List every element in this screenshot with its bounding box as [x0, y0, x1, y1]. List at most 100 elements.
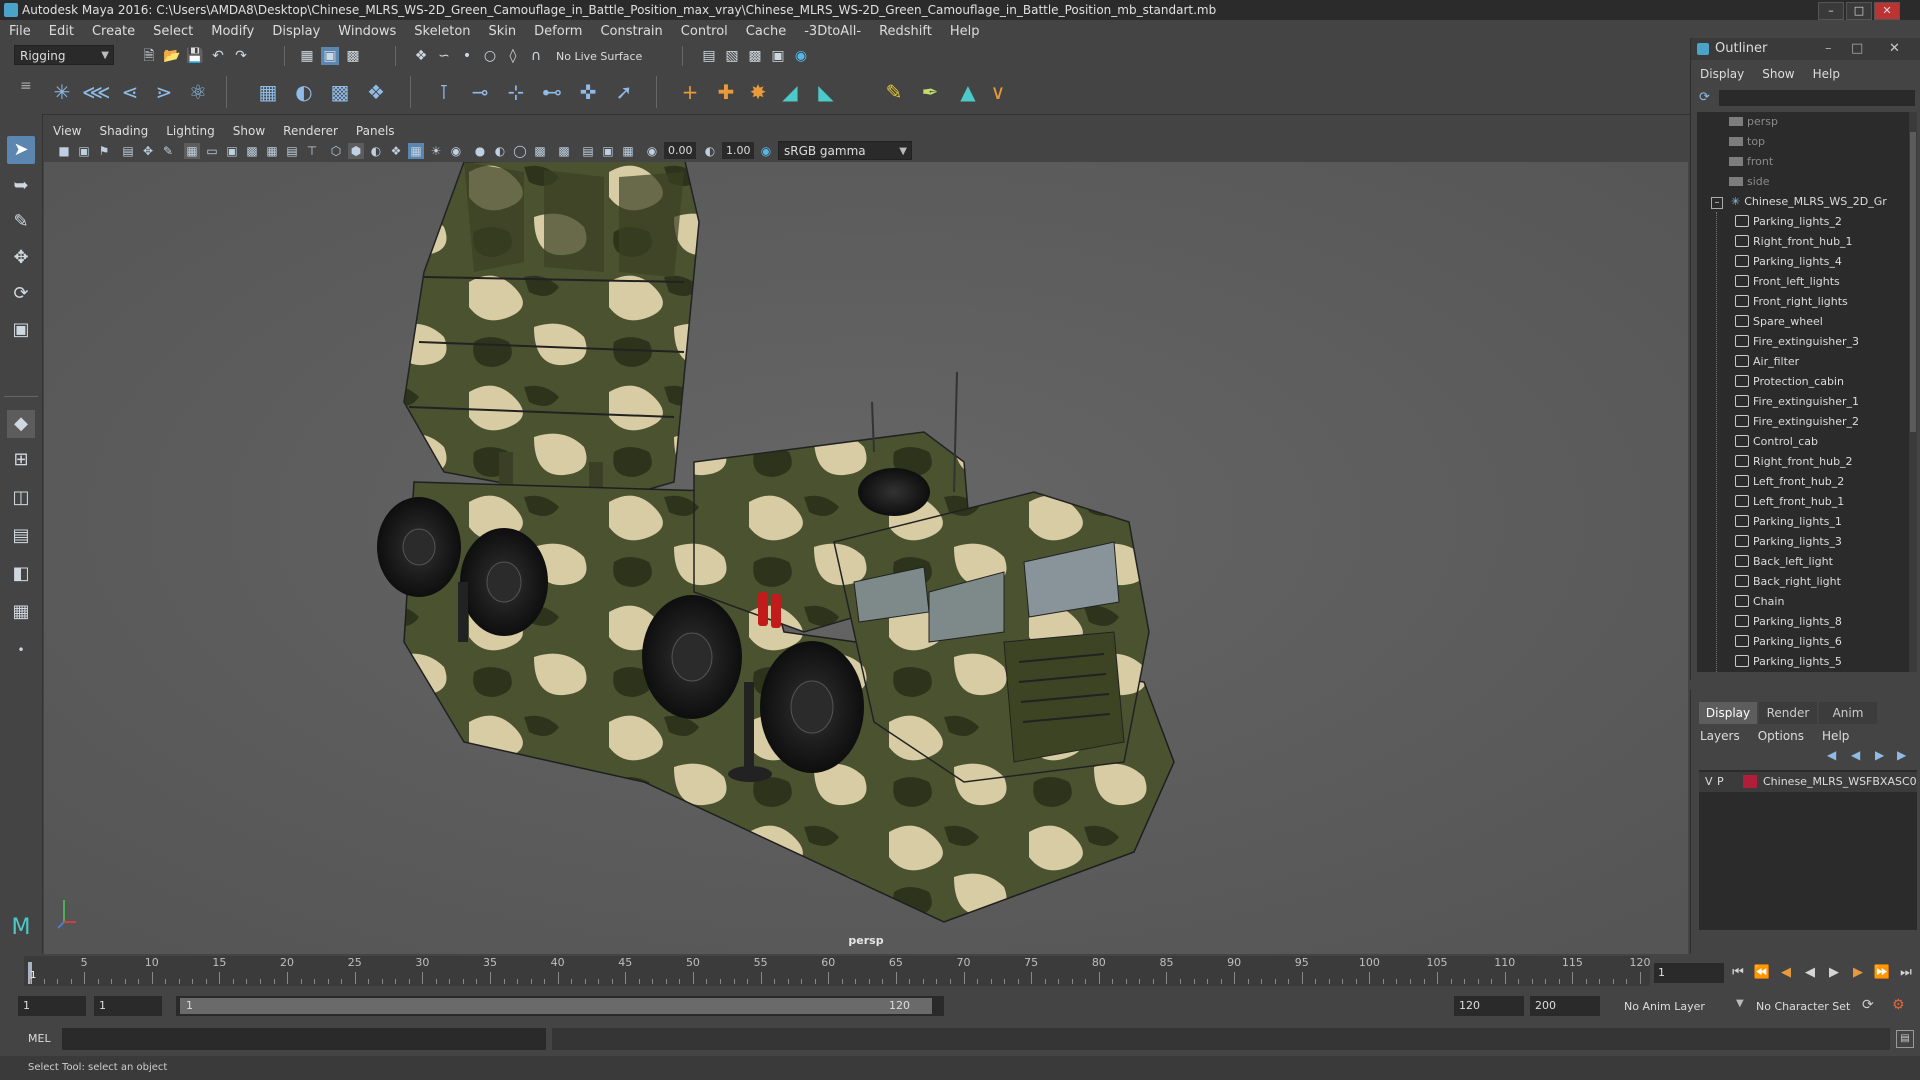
go-to-start-icon[interactable]: ⏮ [1728, 963, 1748, 983]
side-by-side-icon[interactable]: ◫ [7, 484, 35, 512]
anim-layer-dropdown[interactable]: No Anim Layer [1624, 1000, 1705, 1013]
four-view-icon[interactable]: ⊞ [7, 446, 35, 474]
menu-deform[interactable]: Deform [525, 24, 591, 39]
select-tool-icon[interactable]: ➤ [7, 136, 35, 164]
menu-control[interactable]: Control [672, 24, 737, 39]
lasso-tool-icon[interactable]: ➥ [7, 172, 35, 200]
menu-modify[interactable]: Modify [202, 24, 263, 39]
scale-constraint-icon[interactable]: ⊷ [538, 78, 566, 106]
select-component-icon[interactable]: ▩ [344, 47, 362, 65]
new-layer-selected-icon[interactable]: ▶ [1897, 748, 1906, 762]
aim-constraint-icon[interactable]: ⊸ [466, 78, 494, 106]
close-button[interactable]: ✕ [1874, 2, 1900, 20]
render-frame-icon[interactable]: ▧ [723, 47, 741, 65]
outliner-menu-show[interactable]: Show [1753, 67, 1803, 81]
point-constraint-icon[interactable]: ⊺ [430, 78, 458, 106]
tab-display[interactable]: Display [1699, 702, 1757, 724]
range-slider[interactable]: 1 120 [176, 996, 944, 1016]
panel-menu-shading[interactable]: Shading [90, 124, 157, 138]
menu-file[interactable]: File [0, 24, 40, 39]
skin-bind-icon[interactable]: ▦ [254, 78, 282, 106]
menu-skeleton[interactable]: Skeleton [405, 24, 479, 39]
mirror-joint-icon[interactable]: ⋖ [116, 78, 144, 106]
move-layer-down-icon[interactable]: ◀ [1851, 748, 1860, 762]
tree-item-camera[interactable]: persp [1729, 112, 1909, 132]
step-forward-frame-icon[interactable]: ▶ [1848, 963, 1868, 983]
tree-item-mesh[interactable]: Parking_lights_6 [1735, 632, 1909, 652]
smooth-shade-icon[interactable]: ⬢ [348, 143, 364, 159]
menu-3dtoall[interactable]: -3DtoAll- [795, 24, 870, 39]
truck-model-render[interactable] [44, 162, 1688, 954]
tree-item-mesh[interactable]: Parking_lights_2 [1735, 212, 1909, 232]
select-hierarchy-icon[interactable]: ▦ [298, 47, 316, 65]
color-space-dropdown[interactable]: sRGB gamma ▼ [778, 141, 912, 160]
ipr-render-icon[interactable]: ▩ [746, 47, 764, 65]
tree-item-mesh[interactable]: Parking_lights_4 [1735, 252, 1909, 272]
menu-select[interactable]: Select [144, 24, 202, 39]
paint-weights-icon[interactable]: ◐ [290, 78, 318, 106]
command-input[interactable] [62, 1028, 546, 1050]
tree-item-mesh[interactable]: Parking_lights_5 [1735, 652, 1909, 672]
menu-edit[interactable]: Edit [40, 24, 83, 39]
auto-key-icon[interactable]: ⟳ [1862, 997, 1874, 1013]
outliner-search-input[interactable] [1719, 90, 1915, 106]
save-scene-icon[interactable]: 💾 [186, 47, 204, 65]
menu-cache[interactable]: Cache [737, 24, 795, 39]
layer-color-swatch[interactable] [1743, 775, 1757, 788]
hik-character-icon[interactable]: ◢ [776, 78, 804, 106]
tree-item-mesh[interactable]: Back_left_light [1735, 552, 1909, 572]
joint-tool-icon[interactable]: ✳ [48, 78, 76, 106]
tab-anim[interactable]: Anim [1819, 702, 1877, 724]
orient-joint-icon[interactable]: ⋗ [150, 78, 178, 106]
snap-grid-icon[interactable]: ❖ [412, 47, 430, 65]
outliner-close-icon[interactable]: ✕ [1889, 38, 1900, 60]
exposure-icon[interactable]: ◉ [644, 143, 660, 159]
tree-item-camera[interactable]: side [1729, 172, 1909, 192]
snap-point-icon[interactable]: • [458, 47, 476, 65]
perspective-viewport[interactable]: persp [44, 162, 1688, 954]
play-backward-icon[interactable]: ◀ [1800, 963, 1820, 983]
bookmark-icon[interactable]: ⚑ [96, 143, 112, 159]
tree-item-mesh[interactable]: Protection_cabin [1735, 372, 1909, 392]
outliner-scrollbar[interactable] [1909, 112, 1917, 672]
move-layer-up-icon[interactable]: ◀ [1827, 748, 1836, 762]
isolate-select-icon[interactable]: ▩ [556, 143, 572, 159]
undo-icon[interactable]: ↶ [209, 47, 227, 65]
script-editor-icon[interactable]: ▤ [1896, 1030, 1914, 1048]
playback-end-field[interactable]: 120 [1454, 996, 1524, 1016]
paint-skin-icon[interactable]: ✒ [916, 78, 944, 106]
live-surface-label[interactable]: No Live Surface [556, 50, 642, 63]
grid-icon[interactable]: ▦ [184, 143, 200, 159]
motion-blur-icon[interactable]: ◐ [492, 143, 508, 159]
gamma-icon[interactable]: ◐ [702, 143, 718, 159]
tree-item-mesh[interactable]: Right_front_hub_1 [1735, 232, 1909, 252]
orient-constraint-icon[interactable]: ⊹ [502, 78, 530, 106]
panel-menu-view[interactable]: View [44, 124, 90, 138]
select-object-icon[interactable]: ▣ [321, 47, 339, 65]
tree-item-mesh[interactable]: Left_front_hub_2 [1735, 472, 1909, 492]
tree-item-mesh[interactable]: Fire_extinguisher_2 [1735, 412, 1909, 432]
use-all-lights-icon[interactable]: ☀ [428, 143, 444, 159]
render-settings-icon[interactable]: ▤ [700, 47, 718, 65]
menu-skin[interactable]: Skin [480, 24, 526, 39]
outliner-menu-help[interactable]: Help [1804, 67, 1849, 81]
tree-item-camera[interactable]: top [1729, 132, 1909, 152]
tree-item-mesh[interactable]: Parking_lights_3 [1735, 532, 1909, 552]
menu-windows[interactable]: Windows [329, 24, 405, 39]
tree-item-mesh[interactable]: Front_left_lights [1735, 272, 1909, 292]
xray-joints-icon[interactable]: ❖ [388, 143, 404, 159]
film-gate-icon[interactable]: ▭ [204, 143, 220, 159]
menuset-dropdown[interactable]: Rigging ▼ [14, 45, 114, 65]
layout-preset-icon[interactable]: ▦ [7, 598, 35, 626]
lattice-icon[interactable]: ▩ [326, 78, 354, 106]
layer-menu-options[interactable]: Options [1749, 726, 1813, 746]
tree-item-mesh[interactable]: Back_right_light [1735, 572, 1909, 592]
maximize-button[interactable]: □ [1846, 2, 1872, 20]
tree-item-mesh[interactable]: Spare_wheel [1735, 312, 1909, 332]
collapse-icon[interactable]: – [1711, 197, 1723, 209]
outliner-minimize-icon[interactable]: – [1825, 38, 1832, 60]
quick-rig-icon[interactable]: ∨ [984, 78, 1012, 106]
grease-pencil-icon[interactable]: ✎ [160, 143, 176, 159]
menu-help[interactable]: Help [941, 24, 989, 39]
tree-item-mesh[interactable]: Fire_extinguisher_1 [1735, 392, 1909, 412]
